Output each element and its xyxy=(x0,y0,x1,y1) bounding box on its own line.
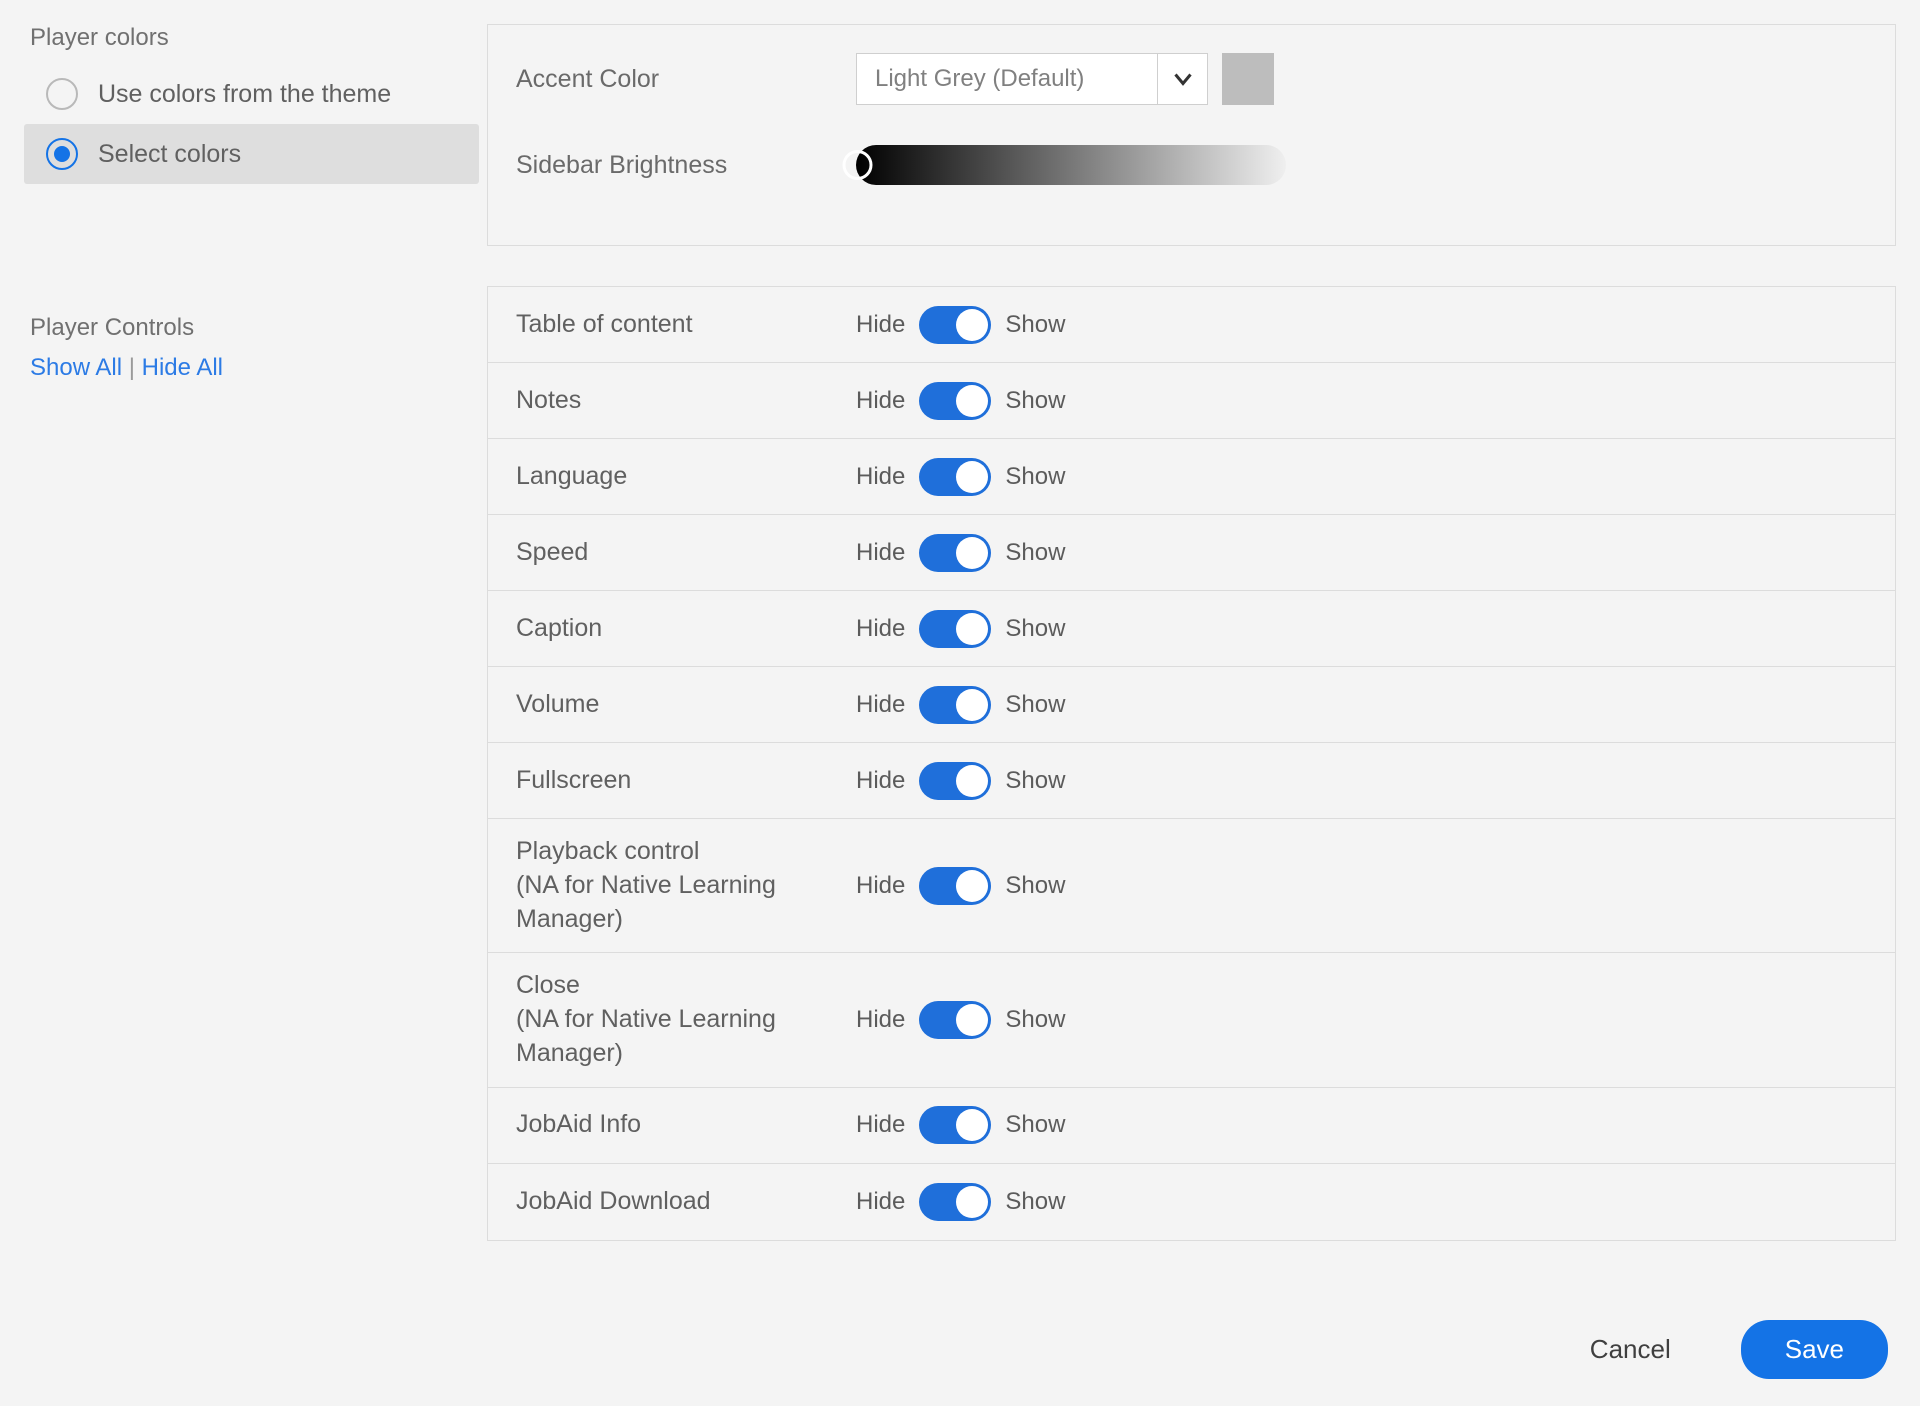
radio-use-theme-label: Use colors from the theme xyxy=(98,80,391,109)
brightness-slider-thumb[interactable] xyxy=(843,150,873,180)
right-column: Accent Color Light Grey (Default) Sideba… xyxy=(487,24,1896,1300)
controls-links: Show All | Hide All xyxy=(24,354,479,382)
toggle-show-label: Show xyxy=(1005,1006,1065,1034)
toggle-hide-label: Hide xyxy=(856,387,905,415)
control-row-fullscreen: Fullscreen Hide Show xyxy=(488,743,1895,819)
accent-color-value: Light Grey (Default) xyxy=(857,54,1157,104)
accent-color-label: Accent Color xyxy=(516,65,856,94)
toggle-knob xyxy=(956,870,988,902)
control-label: Volume xyxy=(516,688,856,722)
accent-color-swatch[interactable] xyxy=(1222,53,1274,105)
toggle-hide-label: Hide xyxy=(856,539,905,567)
toggle-toc[interactable] xyxy=(919,306,991,344)
toggle-language[interactable] xyxy=(919,458,991,496)
player-colors-title: Player colors xyxy=(24,24,479,52)
radio-use-theme-colors[interactable]: Use colors from the theme xyxy=(24,64,479,124)
toggle-hide-label: Hide xyxy=(856,1006,905,1034)
toggle-knob xyxy=(956,613,988,645)
toggle-notes[interactable] xyxy=(919,382,991,420)
sidebar-brightness-label: Sidebar Brightness xyxy=(516,151,856,180)
links-separator: | xyxy=(122,354,142,381)
control-label: Language xyxy=(516,460,856,494)
toggle-jobaid-download[interactable] xyxy=(919,1183,991,1221)
chevron-down-icon xyxy=(1157,54,1207,104)
toggle-show-label: Show xyxy=(1005,615,1065,643)
toggle-jobaid-info[interactable] xyxy=(919,1106,991,1144)
control-label: Fullscreen xyxy=(516,764,856,798)
control-row-close: Close (NA for Native Learning Manager) H… xyxy=(488,953,1895,1087)
hide-all-link[interactable]: Hide All xyxy=(142,354,223,381)
toggle-show-label: Show xyxy=(1005,463,1065,491)
toggle-playback[interactable] xyxy=(919,867,991,905)
radio-icon xyxy=(46,138,78,170)
toggle-knob xyxy=(956,765,988,797)
show-all-link[interactable]: Show All xyxy=(30,354,122,381)
accent-color-dropdown[interactable]: Light Grey (Default) xyxy=(856,53,1208,105)
toggle-fullscreen[interactable] xyxy=(919,762,991,800)
toggle-hide-label: Hide xyxy=(856,872,905,900)
toggle-hide-label: Hide xyxy=(856,311,905,339)
control-row-volume: Volume Hide Show xyxy=(488,667,1895,743)
brightness-slider[interactable] xyxy=(856,145,1286,185)
control-label: Notes xyxy=(516,384,856,418)
toggle-hide-label: Hide xyxy=(856,1188,905,1216)
toggle-hide-label: Hide xyxy=(856,1111,905,1139)
toggle-knob xyxy=(956,537,988,569)
toggle-close[interactable] xyxy=(919,1001,991,1039)
toggle-hide-label: Hide xyxy=(856,615,905,643)
controls-panel: Table of content Hide Show Notes Hide Sh… xyxy=(487,286,1896,1241)
control-row-caption: Caption Hide Show xyxy=(488,591,1895,667)
toggle-volume[interactable] xyxy=(919,686,991,724)
toggle-show-label: Show xyxy=(1005,539,1065,567)
toggle-knob xyxy=(956,309,988,341)
control-label: JobAid Info xyxy=(516,1108,856,1142)
toggle-show-label: Show xyxy=(1005,1188,1065,1216)
toggle-caption[interactable] xyxy=(919,610,991,648)
toggle-hide-label: Hide xyxy=(856,767,905,795)
left-column: Player colors Use colors from the theme … xyxy=(24,24,479,1300)
control-label: Playback control (NA for Native Learning… xyxy=(516,835,856,936)
toggle-knob xyxy=(956,1109,988,1141)
control-row-notes: Notes Hide Show xyxy=(488,363,1895,439)
colors-panel: Accent Color Light Grey (Default) Sideba… xyxy=(487,24,1896,246)
toggle-show-label: Show xyxy=(1005,872,1065,900)
toggle-knob xyxy=(956,385,988,417)
control-label: Speed xyxy=(516,536,856,570)
toggle-knob xyxy=(956,1186,988,1218)
control-row-playback: Playback control (NA for Native Learning… xyxy=(488,819,1895,953)
control-row-toc: Table of content Hide Show xyxy=(488,287,1895,363)
control-label: Table of content xyxy=(516,308,856,342)
accent-color-row: Accent Color Light Grey (Default) xyxy=(516,53,1867,105)
toggle-show-label: Show xyxy=(1005,691,1065,719)
cancel-button[interactable]: Cancel xyxy=(1590,1334,1671,1365)
player-controls-title: Player Controls xyxy=(24,314,479,342)
toggle-knob xyxy=(956,689,988,721)
sidebar-brightness-row: Sidebar Brightness xyxy=(516,145,1867,185)
control-label: JobAid Download xyxy=(516,1185,856,1219)
settings-container: Player colors Use colors from the theme … xyxy=(0,0,1920,1300)
toggle-knob xyxy=(956,1004,988,1036)
control-label: Close (NA for Native Learning Manager) xyxy=(516,969,856,1070)
footer-actions: Cancel Save xyxy=(0,1300,1920,1399)
save-button[interactable]: Save xyxy=(1741,1320,1888,1379)
toggle-hide-label: Hide xyxy=(856,691,905,719)
control-row-jobaid-info: JobAid Info Hide Show xyxy=(488,1088,1895,1164)
toggle-speed[interactable] xyxy=(919,534,991,572)
toggle-hide-label: Hide xyxy=(856,463,905,491)
control-row-language: Language Hide Show xyxy=(488,439,1895,515)
control-row-speed: Speed Hide Show xyxy=(488,515,1895,591)
toggle-show-label: Show xyxy=(1005,311,1065,339)
radio-icon xyxy=(46,78,78,110)
radio-select-colors-label: Select colors xyxy=(98,140,241,169)
control-row-jobaid-download: JobAid Download Hide Show xyxy=(488,1164,1895,1240)
toggle-show-label: Show xyxy=(1005,1111,1065,1139)
control-label: Caption xyxy=(516,612,856,646)
toggle-show-label: Show xyxy=(1005,387,1065,415)
toggle-show-label: Show xyxy=(1005,767,1065,795)
toggle-knob xyxy=(956,461,988,493)
radio-select-colors[interactable]: Select colors xyxy=(24,124,479,184)
